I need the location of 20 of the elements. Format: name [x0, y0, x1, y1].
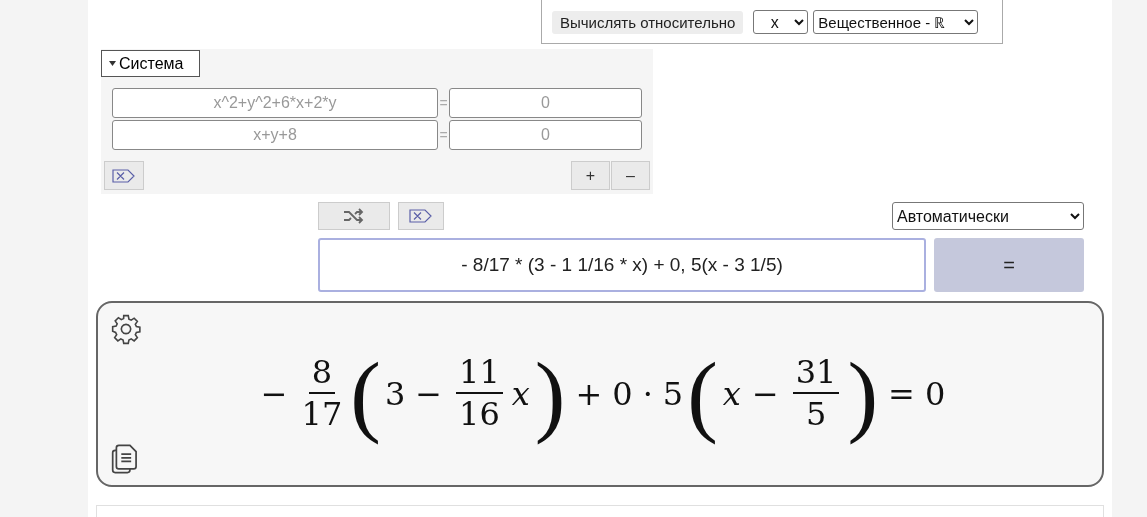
equals-sign: =	[438, 127, 449, 143]
add-equation-button[interactable]: +	[571, 161, 610, 190]
calculate-relative-button[interactable]: Вычислять относительно	[552, 10, 744, 34]
domain-select[interactable]: Вещественное - ℝ	[813, 10, 979, 34]
shuffle-icon	[343, 208, 365, 224]
clear-icon	[112, 167, 136, 184]
remove-equation-button[interactable]: –	[611, 161, 650, 190]
expression-input[interactable]: - 8/17 * (3 - 1 1/16 * x) + 0, 5(x - 3 1/5)	[318, 238, 926, 292]
shuffle-button[interactable]	[318, 202, 390, 230]
copy-icon[interactable]	[110, 443, 140, 475]
variable-select[interactable]: x	[753, 10, 809, 34]
solve-button[interactable]: =	[934, 238, 1084, 292]
settings-icon[interactable]	[110, 313, 142, 345]
clear-button[interactable]	[398, 202, 444, 230]
mode-select[interactable]: Автоматически	[892, 202, 1084, 230]
clear-button[interactable]	[104, 161, 144, 190]
expand-triangle-icon	[109, 59, 116, 67]
system-toggle[interactable]: Система	[101, 50, 200, 77]
equals-sign: =	[438, 95, 449, 111]
clear-icon	[409, 208, 433, 224]
